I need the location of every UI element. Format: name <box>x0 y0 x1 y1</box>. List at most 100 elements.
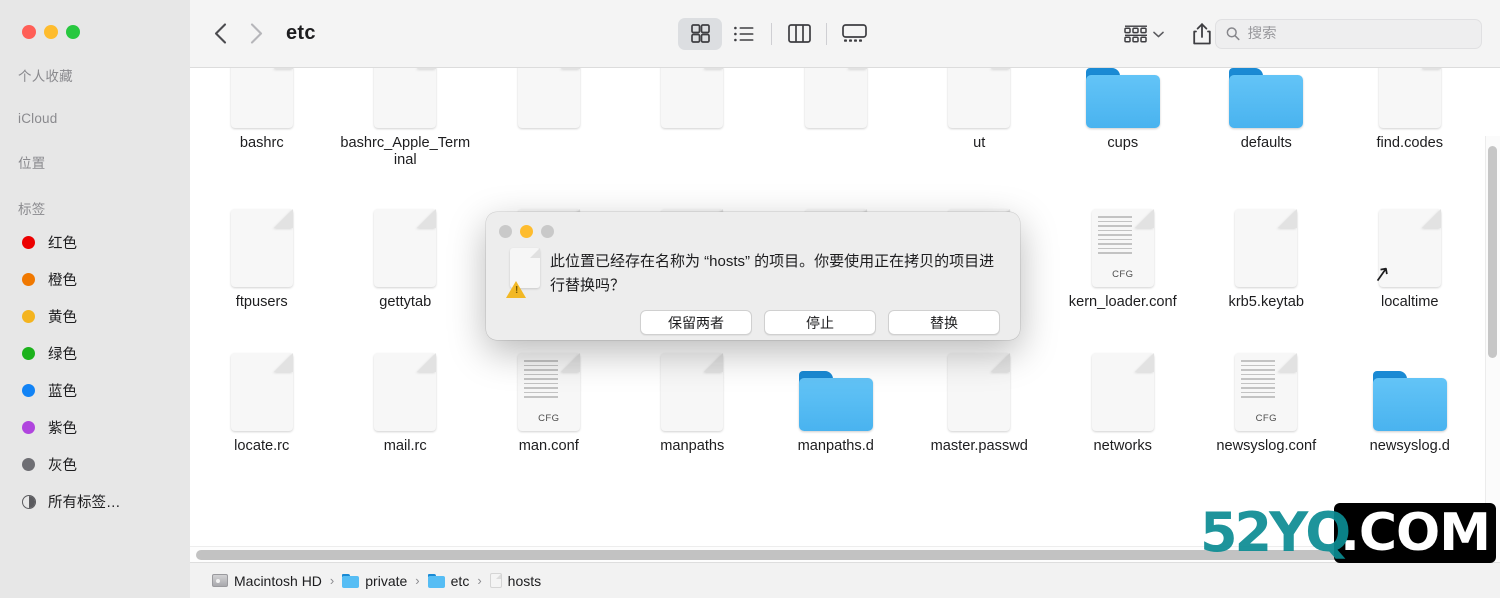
toolbar: etc <box>190 0 1500 68</box>
sidebar-item-all-tags[interactable]: 所有标签… <box>0 483 190 520</box>
file-label: man.conf <box>518 438 579 454</box>
file-item[interactable]: newsyslog.d <box>1338 333 1482 455</box>
tag-dot-icon <box>22 273 35 286</box>
file-label: networks <box>1093 438 1152 454</box>
sidebar-item-tag-green[interactable]: 绿色 <box>0 335 190 372</box>
cfg-badge-label: CFG <box>538 413 560 424</box>
horizontal-scrollbar-thumb[interactable] <box>196 550 1476 560</box>
dialog-close-button[interactable] <box>499 225 512 238</box>
file-label: gettytab <box>379 294 432 310</box>
vertical-scrollbar-thumb[interactable] <box>1488 146 1497 358</box>
file-item[interactable]: bashrc <box>190 68 334 169</box>
file-item[interactable]: gettytab <box>334 189 478 313</box>
sidebar-item-tag-red[interactable]: 红色 <box>0 224 190 261</box>
file-label: cups <box>1107 135 1139 151</box>
file-item[interactable]: krb5.keytab <box>1195 189 1339 313</box>
view-switcher <box>678 17 876 50</box>
share-button[interactable] <box>1188 17 1216 51</box>
sidebar-tag-list: 红色 橙色 黄色 绿色 蓝色 紫色 灰色 所有标签… <box>0 224 190 520</box>
replace-button[interactable]: 替换 <box>888 310 1000 335</box>
dialog-minimize-button[interactable] <box>520 225 533 238</box>
file-item[interactable]: ↗ localtime <box>1338 189 1482 313</box>
file-item[interactable]: bashrc_Apple_Terminal <box>334 68 478 169</box>
file-item[interactable]: defaults <box>1195 68 1339 169</box>
file-label: mail.rc <box>383 438 427 454</box>
file-item[interactable]: manpaths <box>621 333 765 455</box>
file-item[interactable]: mail.rc <box>334 333 478 455</box>
keep-both-button[interactable]: 保留两者 <box>640 310 752 335</box>
forward-button[interactable] <box>238 16 274 52</box>
breadcrumb-item-hosts[interactable]: hosts <box>489 572 542 589</box>
dialog-zoom-button[interactable] <box>541 225 554 238</box>
breadcrumb-item-macintosh-hd[interactable]: Macintosh HD <box>212 573 322 589</box>
search-field[interactable] <box>1215 18 1482 49</box>
file-item[interactable]: ftpusers <box>190 189 334 313</box>
document-icon <box>230 353 293 431</box>
stop-button[interactable]: 停止 <box>764 310 876 335</box>
breadcrumb-label: Macintosh HD <box>234 572 322 589</box>
sidebar-item-tag-orange[interactable]: 橙色 <box>0 261 190 298</box>
breadcrumb-separator: › <box>415 573 420 588</box>
icon-view-button[interactable] <box>678 17 722 50</box>
zoom-button[interactable] <box>66 25 80 39</box>
list-icon <box>734 26 754 41</box>
sidebar-item-tag-purple[interactable]: 紫色 <box>0 409 190 446</box>
group-by-button[interactable] <box>1120 17 1168 51</box>
tag-dot-icon <box>22 347 35 360</box>
sidebar-item-label: 黄色 <box>48 310 77 326</box>
cfg-badge-label: CFG <box>1255 413 1277 424</box>
file-label: newsyslog.d <box>1369 438 1450 454</box>
breadcrumb: Macintosh HD › private › etc › hosts <box>190 562 1500 598</box>
tag-dot-icon <box>22 236 35 249</box>
chevron-left-icon <box>214 23 226 44</box>
close-button[interactable] <box>22 25 36 39</box>
file-item[interactable]: cups <box>1051 68 1195 169</box>
file-item[interactable]: find.codes <box>1338 68 1482 169</box>
alias-document-icon: ↗ <box>1371 209 1441 287</box>
file-item[interactable]: networks <box>1051 333 1195 455</box>
cfg-document-icon: CFG <box>517 353 580 431</box>
file-label: bashrc_Apple_Terminal <box>340 135 471 168</box>
gallery-view-button[interactable] <box>832 18 876 50</box>
file-item[interactable]: locate.rc <box>190 333 334 455</box>
sidebar-item-tag-gray[interactable]: 灰色 <box>0 446 190 483</box>
alias-arrow-icon: ↗ <box>1370 261 1393 288</box>
list-view-button[interactable] <box>722 18 766 50</box>
file-item[interactable]: CFG kern_loader.conf <box>1051 189 1195 313</box>
document-icon <box>374 353 437 431</box>
column-view-button[interactable] <box>777 18 821 50</box>
minimize-button[interactable] <box>44 25 58 39</box>
document-icon <box>948 68 1011 128</box>
horizontal-scrollbar-track[interactable] <box>190 546 1485 562</box>
sidebar-item-tag-yellow[interactable]: 黄色 <box>0 298 190 335</box>
hard-disk-icon <box>212 574 228 587</box>
file-item[interactable]: CFG newsyslog.conf <box>1195 333 1339 455</box>
folder-icon <box>1085 68 1160 128</box>
breadcrumb-label: hosts <box>507 572 542 589</box>
file-item[interactable]: manpaths.d <box>764 333 908 455</box>
window-controls <box>0 0 190 39</box>
page-title: etc <box>286 22 316 44</box>
document-warning-icon: ! <box>506 248 550 298</box>
breadcrumb-item-etc[interactable]: etc <box>427 573 469 589</box>
search-input[interactable] <box>1247 25 1471 42</box>
file-item[interactable]: CFG man.conf <box>477 333 621 455</box>
file-item[interactable] <box>621 68 765 169</box>
document-icon <box>374 68 437 128</box>
file-item[interactable]: master.passwd <box>908 333 1052 455</box>
folder-icon <box>342 573 360 588</box>
document-icon <box>948 353 1011 431</box>
document-icon <box>230 209 293 287</box>
back-button[interactable] <box>202 16 238 52</box>
sidebar: 个人收藏 iCloud 位置 标签 红色 橙色 黄色 绿色 蓝色 紫色 灰色 所… <box>0 0 190 598</box>
file-item[interactable] <box>764 68 908 169</box>
sidebar-section-locations: 位置 <box>18 156 46 171</box>
sidebar-item-tag-blue[interactable]: 蓝色 <box>0 372 190 409</box>
sidebar-item-label: 红色 <box>48 236 77 252</box>
tag-dot-icon <box>22 384 35 397</box>
sidebar-item-label: 绿色 <box>48 347 77 363</box>
document-icon <box>1091 353 1154 431</box>
file-item[interactable] <box>477 68 621 169</box>
breadcrumb-item-private[interactable]: private <box>342 573 407 589</box>
file-item[interactable]: ut <box>908 68 1052 169</box>
